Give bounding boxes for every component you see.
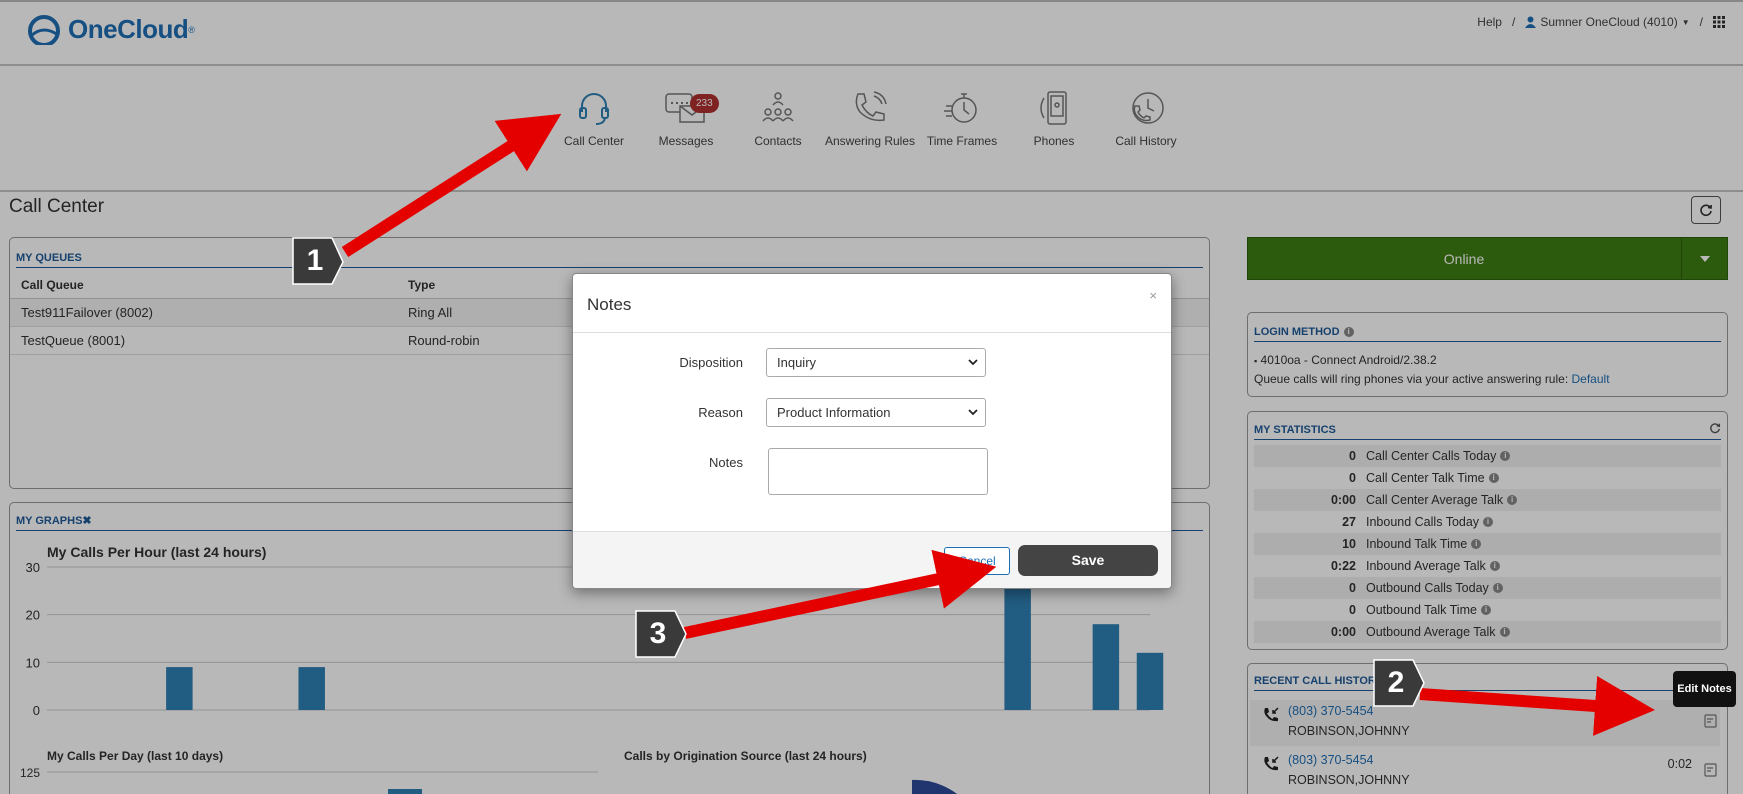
- disposition-select[interactable]: Inquiry: [766, 348, 986, 377]
- reason-select[interactable]: Product Information: [766, 398, 986, 427]
- close-icon[interactable]: ×: [1149, 288, 1157, 303]
- reason-value: Product Information: [777, 405, 891, 420]
- modal-footer: Cancel Save: [573, 531, 1171, 588]
- disposition-label: Disposition: [679, 355, 743, 370]
- step-label-1: 1: [306, 244, 324, 277]
- chevron-down-icon: [968, 409, 978, 416]
- step-label-3: 3: [649, 617, 667, 650]
- divider: [573, 332, 1171, 333]
- modal-title: Notes: [587, 295, 632, 314]
- disposition-value: Inquiry: [777, 355, 817, 370]
- chevron-down-icon: [968, 359, 978, 366]
- cancel-button[interactable]: Cancel: [944, 547, 1010, 575]
- notes-textarea[interactable]: [768, 448, 988, 495]
- edit-notes-tooltip: Edit Notes: [1673, 671, 1736, 707]
- notes-modal: Notes × Disposition Inquiry Reason Produ…: [572, 273, 1172, 589]
- step-label-2: 2: [1387, 666, 1405, 699]
- save-button[interactable]: Save: [1018, 545, 1158, 576]
- notes-label: Notes: [709, 455, 743, 470]
- reason-label: Reason: [698, 405, 743, 420]
